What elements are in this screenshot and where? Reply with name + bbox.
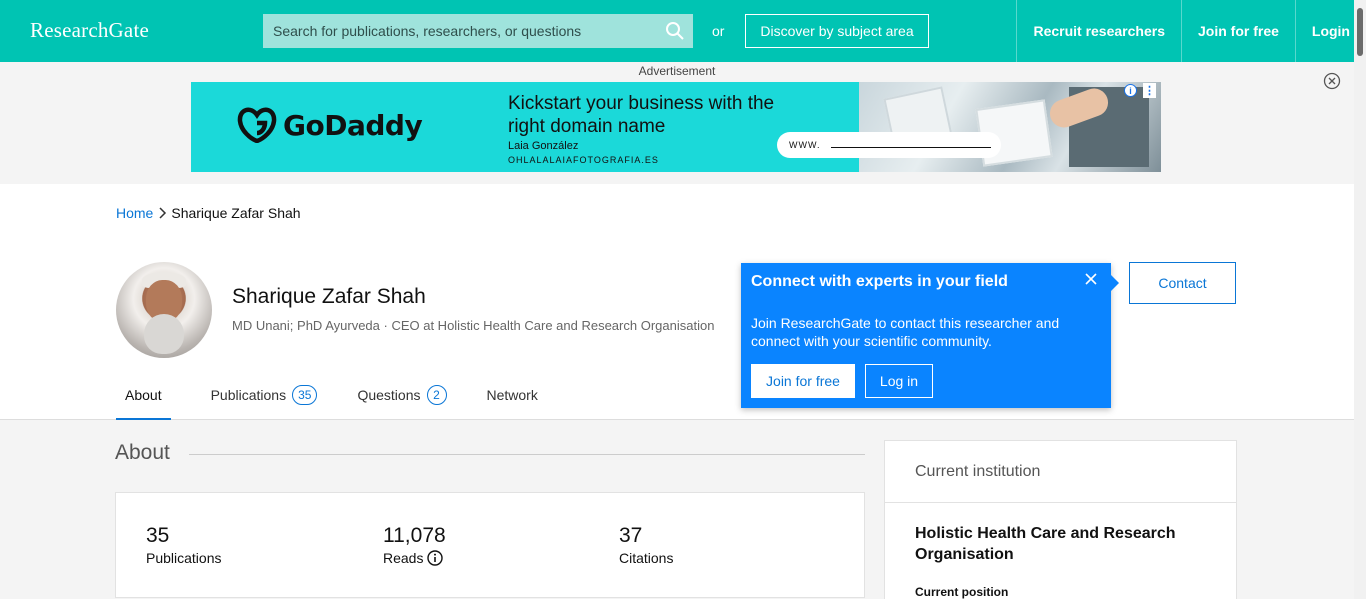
profile-tabs: About Publications 35 Questions 2 Networ…: [116, 369, 578, 420]
contact-button[interactable]: Contact: [1129, 262, 1236, 304]
search-icon[interactable]: [665, 21, 685, 41]
close-ad-icon[interactable]: [1323, 72, 1341, 90]
about-heading: About: [115, 441, 170, 464]
stat-citations[interactable]: 37 Citations: [619, 524, 673, 566]
close-icon[interactable]: [1085, 273, 1097, 285]
stat-value: 37: [619, 524, 643, 547]
stat-publications[interactable]: 35 Publications: [146, 524, 222, 566]
ad-banner[interactable]: GoDaddy Kickstart your business with the…: [191, 82, 1161, 172]
ad-menu-icon[interactable]: ⋮: [1143, 83, 1156, 98]
or-separator: or: [712, 23, 725, 39]
chevron-right-icon: [159, 207, 167, 219]
current-position-label: Current position: [915, 585, 1009, 599]
connect-popup: Connect with experts in your field Join …: [741, 263, 1119, 408]
tab-label: Questions: [357, 386, 421, 403]
profile-subtitle: MD Unani; PhD Ayurveda · CEO at Holistic…: [232, 318, 715, 333]
breadcrumb-home-link[interactable]: Home: [116, 205, 153, 221]
ad-www-prefix: WWW.: [789, 140, 821, 150]
scrollbar-thumb[interactable]: [1357, 8, 1363, 56]
ad-domain: OHLALALAIAFOTOGRAFIA.ES: [508, 155, 659, 165]
stat-value: 11,078: [383, 524, 446, 547]
stat-label: Citations: [619, 550, 674, 566]
questions-count-badge: 2: [426, 384, 447, 405]
ad-info-icon[interactable]: i: [1124, 84, 1137, 97]
discover-by-subject-button[interactable]: Discover by subject area: [745, 14, 929, 48]
breadcrumb: Home Sharique Zafar Shah: [116, 205, 301, 221]
ad-domain-field: WWW.: [777, 132, 1001, 158]
tab-about[interactable]: About: [116, 369, 171, 420]
tab-network[interactable]: Network: [487, 369, 538, 420]
institution-card: Current institution Holistic Health Care…: [884, 440, 1237, 599]
researchgate-logo[interactable]: ResearchGate: [30, 18, 149, 43]
stat-label: Publications: [146, 550, 222, 566]
popup-title: Connect with experts in your field: [751, 273, 1008, 290]
ad-brand-name: GoDaddy: [283, 108, 423, 142]
advertisement-label: Advertisement: [638, 64, 716, 78]
godaddy-logo: GoDaddy: [237, 107, 423, 143]
avatar[interactable]: [116, 262, 212, 358]
stat-value: 35: [146, 524, 170, 547]
ad-person: Laia González: [508, 140, 579, 152]
publications-count-badge: 35: [292, 384, 318, 405]
ad-headline: Kickstart your business with the right d…: [508, 93, 775, 137]
popup-login-button[interactable]: Log in: [865, 364, 933, 398]
stat-label: Reads: [383, 550, 424, 566]
godaddy-heart-icon: [237, 107, 277, 143]
recruit-researchers-link[interactable]: Recruit researchers: [1016, 0, 1181, 62]
tab-questions[interactable]: Questions 2: [357, 369, 447, 420]
search-placeholder: Search for publications, researchers, or…: [273, 23, 582, 39]
popup-join-button[interactable]: Join for free: [751, 364, 855, 398]
scrollbar[interactable]: [1354, 0, 1366, 599]
search-input[interactable]: Search for publications, researchers, or…: [263, 14, 693, 48]
ad-photo: [859, 82, 1161, 172]
tab-label: Network: [486, 386, 538, 403]
info-icon[interactable]: [427, 550, 444, 566]
tab-label: About: [125, 386, 162, 403]
advertisement-area: Advertisement GoDaddy Kickstart your bus…: [0, 62, 1354, 184]
institution-name[interactable]: Holistic Health Care and Research Organi…: [915, 523, 1215, 565]
join-for-free-link[interactable]: Join for free: [1180, 0, 1295, 62]
institution-heading: Current institution: [885, 441, 1236, 503]
stat-reads: 11,078 Reads: [383, 524, 446, 566]
profile-name: Sharique Zafar Shah: [232, 285, 426, 308]
breadcrumb-current: Sharique Zafar Shah: [171, 205, 301, 221]
stats-card: 35 Publications 11,078 Reads 37 Citation…: [115, 492, 865, 598]
top-navigation-bar: ResearchGate Search for publications, re…: [0, 0, 1366, 62]
popup-body: Join ResearchGate to contact this resear…: [751, 315, 1060, 349]
tab-publications[interactable]: Publications 35: [211, 369, 318, 420]
tab-label: Publications: [210, 386, 287, 403]
divider: [189, 454, 865, 455]
header-nav: Recruit researchers Join for free Login: [1016, 0, 1366, 62]
profile-header: Home Sharique Zafar Shah Sharique Zafar …: [0, 184, 1354, 420]
